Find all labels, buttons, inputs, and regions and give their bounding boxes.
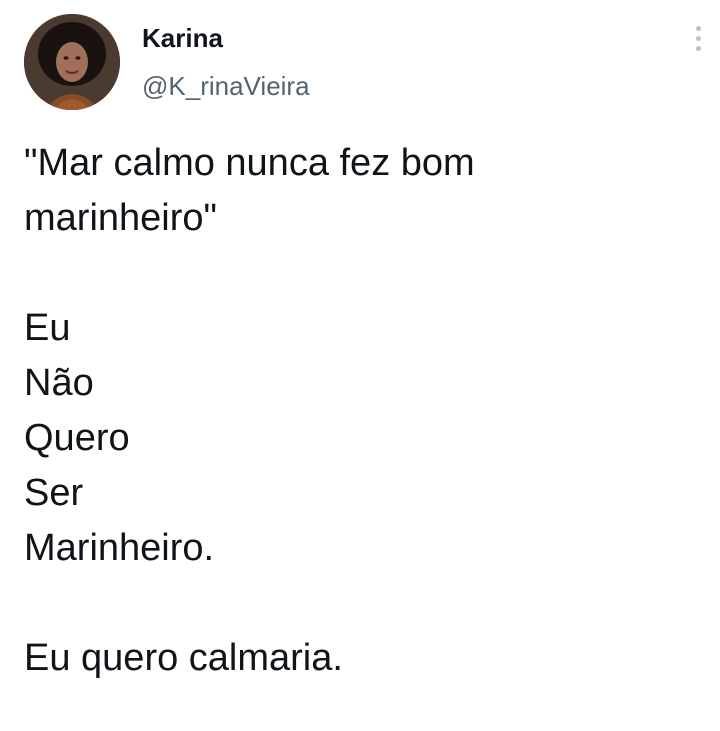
tweet-line: Quero bbox=[24, 417, 130, 459]
dot bbox=[695, 46, 701, 51]
author-handle[interactable]: @K_rinaVieira bbox=[142, 70, 310, 102]
tweet-line: Marinheiro. bbox=[24, 527, 215, 569]
tweet-text: "Mar calmo nunca fez bom marinheiro" Eu … bbox=[24, 136, 704, 686]
avatar[interactable] bbox=[24, 14, 120, 110]
tweet-card: Karina @K_rinaVieira "Mar calmo nunca fe… bbox=[0, 0, 720, 731]
tweet-quote-line: "Mar calmo nunca fez bom bbox=[24, 142, 475, 184]
tweet-quote-line: marinheiro" bbox=[24, 197, 218, 239]
dot bbox=[695, 36, 701, 41]
tweet-closing-line: Eu quero calmaria. bbox=[24, 637, 343, 679]
tweet-line: Não bbox=[24, 362, 94, 404]
more-options-icon[interactable] bbox=[690, 26, 706, 62]
profile-photo-icon bbox=[24, 14, 120, 110]
dot bbox=[695, 26, 701, 31]
tweet-line: Ser bbox=[24, 472, 84, 514]
author-display-name[interactable]: Karina bbox=[142, 22, 223, 54]
tweet-line: Eu bbox=[24, 307, 71, 349]
